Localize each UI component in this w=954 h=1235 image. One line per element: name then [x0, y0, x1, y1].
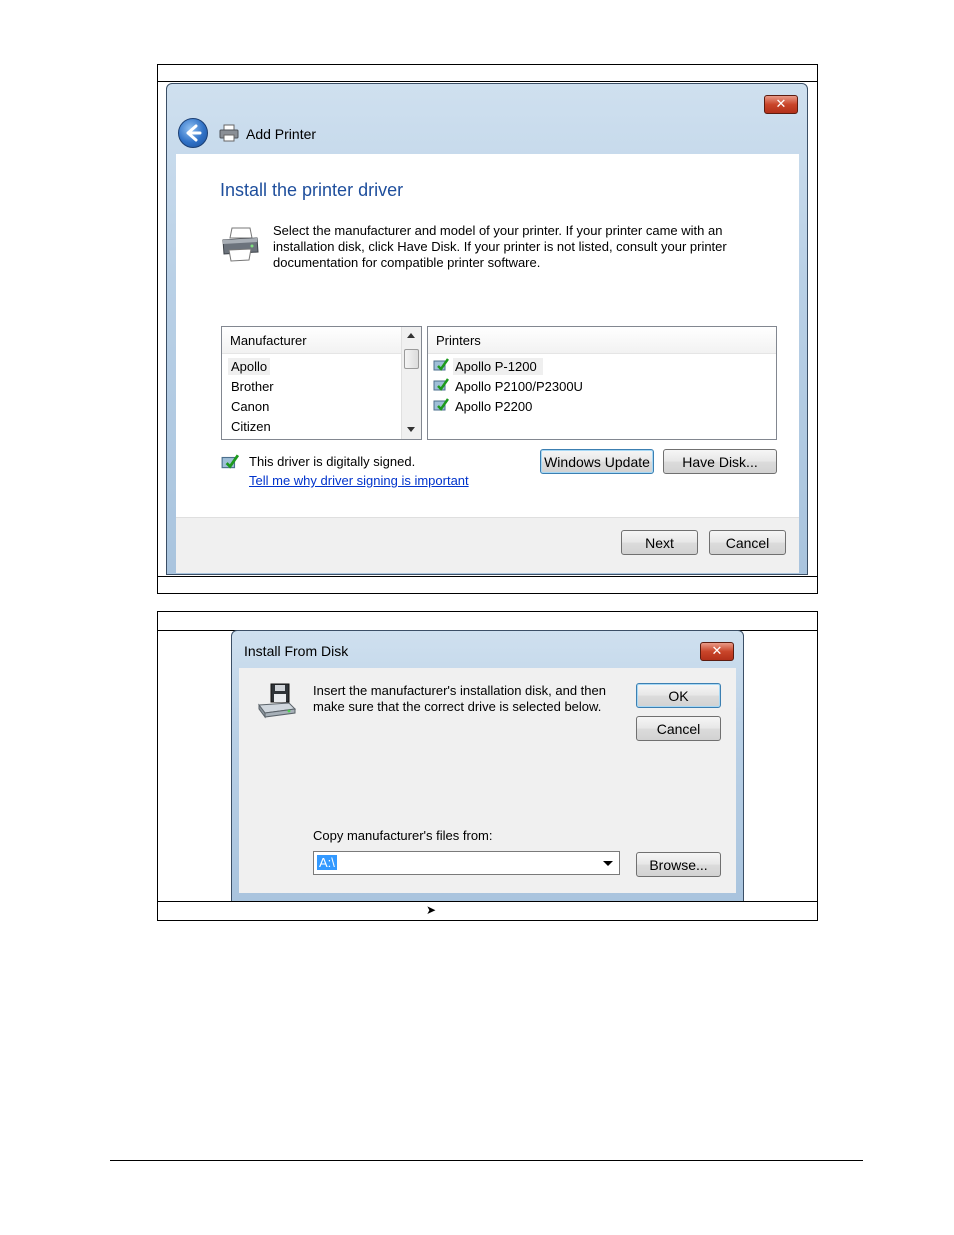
- window-title: Add Printer: [246, 126, 317, 142]
- cancel-button[interactable]: Cancel: [636, 716, 721, 741]
- printers-column-header: Printers: [428, 327, 776, 354]
- dialog-title: Install From Disk: [244, 643, 349, 659]
- insert-disk-message: Insert the manufacturer's installation d…: [313, 683, 606, 714]
- signed-driver-icon: [221, 454, 239, 469]
- manufacturer-list[interactable]: Manufacturer Apollo Brother Canon Citize…: [221, 326, 422, 440]
- manufacturer-column-header: Manufacturer: [222, 327, 401, 354]
- printer-small-icon: [219, 124, 239, 142]
- page-footer-rule: [110, 1160, 863, 1161]
- disk-drive-icon: [255, 683, 297, 719]
- signed-driver-icon: [433, 358, 449, 371]
- figure-top-rule: [158, 81, 817, 82]
- chevron-down-icon[interactable]: [603, 861, 613, 866]
- driver-signing-link[interactable]: Tell me why driver signing is important: [249, 473, 469, 488]
- close-button[interactable]: ✕: [700, 642, 734, 661]
- figure-bottom-rule: [158, 901, 817, 902]
- have-disk-button[interactable]: Have Disk...: [663, 449, 777, 474]
- browse-button[interactable]: Browse...: [636, 852, 721, 877]
- cancel-button[interactable]: Cancel: [709, 530, 786, 555]
- scroll-up-icon[interactable]: [407, 333, 415, 338]
- signed-driver-icon: [433, 398, 449, 411]
- back-arrow-icon[interactable]: [178, 118, 208, 148]
- instructions-text: Select the manufacturer and model of you…: [273, 223, 727, 270]
- windows-update-button[interactable]: Windows Update: [540, 449, 654, 474]
- path-value[interactable]: A:\: [317, 855, 337, 870]
- page-title: Install the printer driver: [220, 180, 404, 200]
- manufacturer-scrollbar[interactable]: [401, 327, 421, 439]
- scroll-thumb[interactable]: [404, 349, 419, 369]
- manufacturer-item-citizen[interactable]: Citizen: [231, 419, 271, 434]
- manufacturer-item-brother[interactable]: Brother: [231, 379, 274, 394]
- ok-button[interactable]: OK: [636, 683, 721, 708]
- manufacturer-item-apollo[interactable]: Apollo: [228, 358, 271, 375]
- printers-list[interactable]: Printers Apollo P-1200 Apollo P2100/P230…: [427, 326, 777, 440]
- next-button[interactable]: Next: [621, 530, 698, 555]
- path-combobox[interactable]: A:\: [313, 851, 620, 875]
- close-button[interactable]: ✕: [764, 95, 798, 114]
- caption-arrow-icon: ➤: [426, 903, 437, 917]
- copy-from-label: Copy manufacturer's files from:: [313, 828, 493, 843]
- scroll-down-icon[interactable]: [407, 427, 415, 432]
- wizard-content: Install the printer driver Select the ma…: [176, 154, 799, 517]
- dialog-body: Insert the manufacturer's installation d…: [239, 668, 736, 893]
- signed-status-text: This driver is digitally signed.: [249, 454, 416, 469]
- add-printer-window: ✕ Add Printer Install the printer driver: [166, 83, 808, 575]
- printer-icon: [220, 226, 260, 262]
- manufacturer-item-canon[interactable]: Canon: [231, 399, 269, 414]
- figure-bottom-rule: [158, 576, 817, 577]
- wizard-footer: Next Cancel: [176, 517, 799, 573]
- signed-driver-icon: [433, 378, 449, 391]
- install-from-disk-dialog: Install From Disk ✕ Insert the manufactu…: [231, 630, 744, 901]
